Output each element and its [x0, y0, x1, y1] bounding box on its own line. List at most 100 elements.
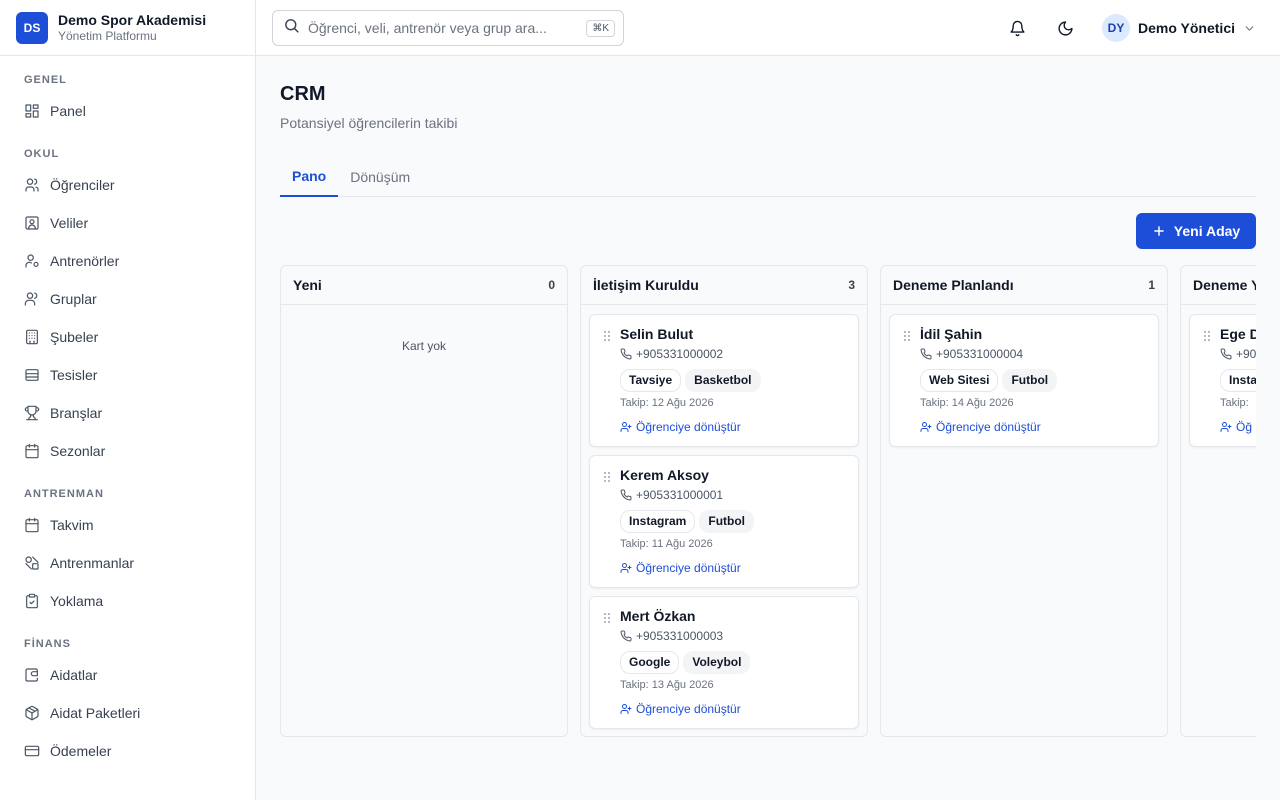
- branch-badge: Futbol: [1002, 369, 1058, 392]
- search-box[interactable]: ⌘K: [272, 10, 624, 46]
- shapes-icon: [24, 555, 40, 571]
- lead-tags: Google Voleybol: [620, 651, 754, 674]
- phone-icon: [620, 348, 632, 360]
- follow-up-date: Takip:: [1220, 397, 1249, 409]
- drag-handle-icon[interactable]: [602, 471, 612, 483]
- source-badge: Web Sitesi: [920, 369, 999, 392]
- main-content: CRM Potansiyel öğrencilerin takibi Pano D…: [256, 56, 1280, 800]
- tabs: Pano Dönüşüm: [280, 156, 1256, 197]
- sidebar-item-antrenorler[interactable]: Antrenörler: [0, 242, 255, 280]
- sidebar-item-sezonlar[interactable]: Sezonlar: [0, 432, 255, 470]
- user-plus-icon: [1220, 421, 1232, 433]
- column-count: 1: [1148, 278, 1155, 292]
- sidebar-item-antrenmanlar[interactable]: Antrenmanlar: [0, 544, 255, 582]
- lead-card[interactable]: Ege D +90 Insta Takip: Öğ: [1189, 314, 1256, 447]
- trophy-icon: [24, 405, 40, 421]
- sidebar-item-gruplar[interactable]: Gruplar: [0, 280, 255, 318]
- sidebar-item-subeler[interactable]: Şubeler: [0, 318, 255, 356]
- sidebar-item-label: Şubeler: [50, 329, 99, 345]
- convert-to-student-link[interactable]: Öğrenciye dönüştür: [620, 561, 741, 575]
- user-menu[interactable]: DY Demo Yönetici: [1102, 14, 1256, 42]
- follow-up-date: Takip: 12 Ağu 2026: [620, 397, 714, 409]
- calendar-icon: [24, 443, 40, 459]
- credit-card-icon: [24, 743, 40, 759]
- lead-tags: Insta: [1220, 369, 1256, 392]
- drag-handle-icon[interactable]: [902, 330, 912, 342]
- lead-tags: Web Sitesi Futbol: [920, 369, 1061, 392]
- phone-icon: [620, 630, 632, 642]
- sidebar-item-odemeler[interactable]: Ödemeler: [0, 732, 255, 770]
- lead-card[interactable]: İdil Şahin +905331000004 Web Sitesi Futbol T…: [889, 314, 1159, 447]
- convert-to-student-link[interactable]: Öğrenciye dönüştür: [620, 702, 741, 716]
- sidebar-item-yoklama[interactable]: Yoklama: [0, 582, 255, 620]
- convert-label: Öğrenciye dönüştür: [636, 561, 741, 575]
- building-icon: [24, 329, 40, 345]
- lead-phone: +905331000002: [620, 347, 723, 361]
- new-lead-label: Yeni Aday: [1173, 223, 1241, 239]
- sidebar-item-label: Tesisler: [50, 367, 98, 383]
- sidebar-item-label: Antrenmanlar: [50, 555, 135, 571]
- facility-icon: [24, 367, 40, 383]
- sidebar-nav: GENEL Panel OKUL Öğrenciler Veliler Antrenörl…: [0, 56, 255, 770]
- lead-name: Kerem Aksoy: [620, 467, 709, 483]
- source-badge: Insta: [1220, 369, 1256, 392]
- topbar: ⌘K DY Demo Yönetici: [256, 0, 1280, 56]
- source-badge: Tavsiye: [620, 369, 682, 392]
- convert-to-student-link[interactable]: Öğrenciye dönüştür: [620, 420, 741, 434]
- convert-label: Öğrenciye dönüştür: [636, 702, 741, 716]
- sidebar-item-aidat-paketleri[interactable]: Aidat Paketleri: [0, 694, 255, 732]
- sidebar-item-panel[interactable]: Panel: [0, 92, 255, 130]
- search-input[interactable]: [308, 20, 587, 36]
- lead-card[interactable]: Kerem Aksoy +905331000001 Instagram Futbol T…: [589, 455, 859, 588]
- nav-section-title: FİNANS: [24, 638, 71, 650]
- sidebar-item-tesisler[interactable]: Tesisler: [0, 356, 255, 394]
- sidebar-item-branslar[interactable]: Branşlar: [0, 394, 255, 432]
- lead-name: Selin Bulut: [620, 326, 694, 342]
- convert-label: Öğrenciye dönüştür: [936, 420, 1041, 434]
- drag-handle-icon[interactable]: [602, 330, 612, 342]
- column-header: Deneme Planlandı 1: [881, 266, 1167, 305]
- drag-handle-icon[interactable]: [602, 612, 612, 624]
- nav-section-title: OKUL: [24, 148, 60, 160]
- lead-name: İdil Şahin: [920, 326, 983, 342]
- brand[interactable]: DS Demo Spor Akademisi Yönetim Platformu: [0, 0, 255, 56]
- follow-up-date: Takip: 14 Ağu 2026: [920, 397, 1014, 409]
- moon-icon[interactable]: [1053, 16, 1077, 40]
- kanban-column-deneme-planlandi: Deneme Planlandı 1 İdil Şahin +905331000004…: [880, 265, 1168, 737]
- bell-icon[interactable]: [1005, 16, 1029, 40]
- sidebar-item-takvim[interactable]: Takvim: [0, 506, 255, 544]
- convert-to-student-link[interactable]: Öğrenciye dönüştür: [920, 420, 1041, 434]
- follow-up-date: Takip: 13 Ağu 2026: [620, 679, 714, 691]
- follow-up-date: Takip: 11 Ağu 2026: [620, 538, 713, 550]
- lead-name: Ege D: [1220, 326, 1256, 342]
- sidebar-item-label: Aidat Paketleri: [50, 705, 141, 721]
- user-name: Demo Yönetici: [1138, 20, 1235, 36]
- lead-phone: +905331000003: [620, 629, 723, 643]
- tab-donusum[interactable]: Dönüşüm: [338, 156, 422, 197]
- lead-phone: +90: [1220, 347, 1256, 361]
- tab-pano[interactable]: Pano: [280, 156, 339, 197]
- sidebar-item-ogrenciler[interactable]: Öğrenciler: [0, 166, 255, 204]
- lead-tags: Instagram Futbol: [620, 510, 758, 533]
- sidebar-item-label: Takvim: [50, 517, 94, 533]
- drag-handle-icon[interactable]: [1202, 330, 1212, 342]
- column-title: Deneme Planlandı: [893, 277, 1014, 293]
- lead-card[interactable]: Selin Bulut +905331000002 Tavsiye Basketbol…: [589, 314, 859, 447]
- user-plus-icon: [620, 421, 632, 433]
- clipboard-check-icon: [24, 593, 40, 609]
- sidebar-item-label: Aidatlar: [50, 667, 98, 683]
- brand-name: Demo Spor Akademisi: [58, 11, 207, 28]
- avatar: DY: [1102, 14, 1130, 42]
- page-subtitle: Potansiyel öğrencilerin takibi: [280, 115, 458, 131]
- kanban-column-iletisim-kuruldu: İletişim Kuruldu 3 Selin Bulut +90533100000…: [580, 265, 868, 737]
- branch-badge: Voleybol: [683, 651, 751, 674]
- nav-section-title: GENEL: [24, 74, 67, 86]
- nav-section-title: ANTRENMAN: [24, 488, 104, 500]
- user-plus-icon: [920, 421, 932, 433]
- lead-card[interactable]: Mert Özkan +905331000003 Google Voleybol Tak…: [589, 596, 859, 729]
- convert-to-student-link[interactable]: Öğ: [1220, 420, 1252, 434]
- sidebar-item-aidatlar[interactable]: Aidatlar: [0, 656, 255, 694]
- phone-number: +905331000001: [636, 488, 724, 502]
- new-lead-button[interactable]: Yeni Aday: [1136, 213, 1256, 249]
- sidebar-item-veliler[interactable]: Veliler: [0, 204, 255, 242]
